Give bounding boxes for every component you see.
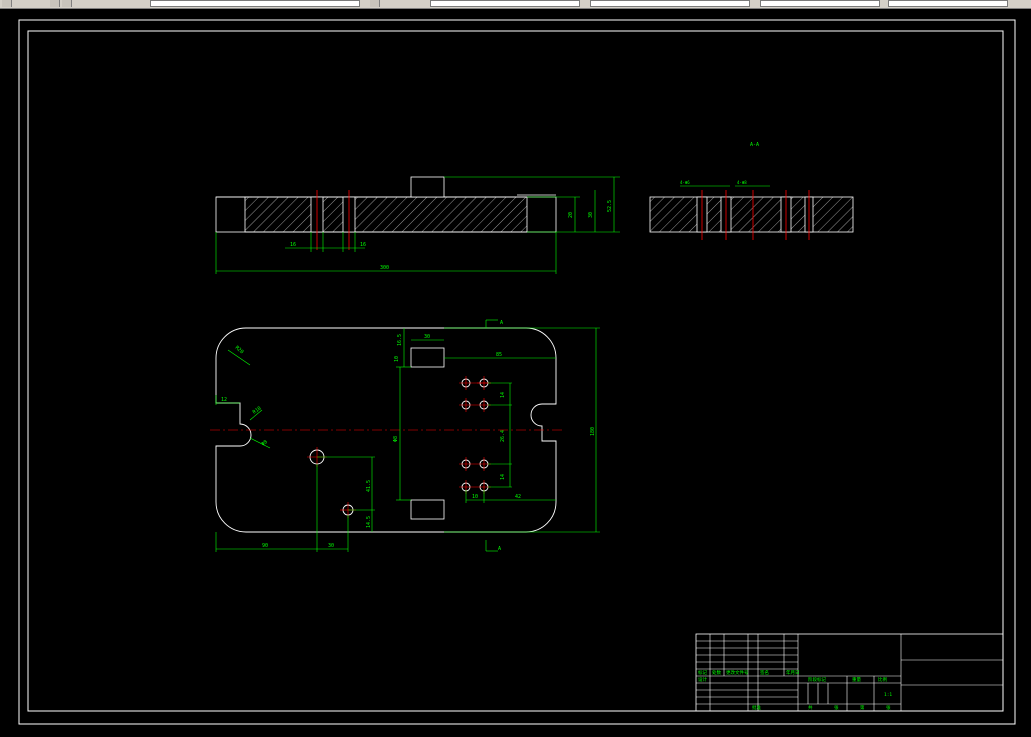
dim-front-overall: 300 xyxy=(380,265,389,271)
tb-role-design: 设计 xyxy=(698,676,707,683)
zoom-icon[interactable] xyxy=(370,0,380,7)
section-callout-2: 4-Φ8 xyxy=(737,180,747,185)
drawing-canvas: 16 16 300 20 30 52.5 A-A 4-Φ6 4-Φ8 A A R… xyxy=(18,19,1016,725)
section-marker-bottom: A xyxy=(498,546,501,552)
dim-hole-pitch-3: 14 xyxy=(500,474,506,480)
dim-pocket-h2: 10 xyxy=(394,356,400,362)
dim-front-h2: 30 xyxy=(588,212,594,218)
tb-sheet-total-unit: 张 xyxy=(834,704,839,711)
tb-rev-label-2: 处数 xyxy=(712,669,721,676)
section-marker-top: A xyxy=(500,320,503,326)
drawing-viewport[interactable]: 16 16 300 20 30 52.5 A-A 4-Φ6 4-Φ8 A A R… xyxy=(0,9,1031,737)
front-view: 16 16 300 20 30 52.5 xyxy=(215,176,620,274)
dim-pocket-h1: 16.5 xyxy=(397,334,403,346)
dim-slot-width: 12 xyxy=(221,397,227,403)
tb-scale-label: 比例 xyxy=(878,676,887,683)
linetype-dropdown[interactable] xyxy=(590,0,750,7)
tb-sheet-num-label: 第 xyxy=(860,704,865,711)
dim-front-d1: 16 xyxy=(290,242,296,248)
inner-border xyxy=(27,30,1004,712)
layer-dropdown[interactable] xyxy=(150,0,360,7)
dim-height: 180 xyxy=(590,427,596,436)
dim-front-d2: 16 xyxy=(360,242,366,248)
dim-hole-pitch-2: 26.4 xyxy=(500,430,506,442)
dim-offset: 42 xyxy=(515,494,521,500)
dim-pocket-width: 30 xyxy=(424,334,430,340)
dim-right-length: 85 xyxy=(496,352,502,358)
dim-bottom-1: 90 xyxy=(262,543,268,549)
dim-mid: Φ8 xyxy=(393,436,399,442)
undo-icon[interactable] xyxy=(50,0,60,7)
tb-role-approve: 批准 xyxy=(752,704,761,711)
section-view: A-A 4-Φ6 4-Φ8 xyxy=(649,142,854,240)
tb-weight-label: 重量 xyxy=(852,676,861,683)
dim-slot-radius: R10 xyxy=(252,406,263,416)
dim-front-h3: 52.5 xyxy=(607,200,613,212)
tb-sheet-num-unit: 张 xyxy=(886,704,891,711)
redo-icon[interactable] xyxy=(62,0,72,7)
dim-slot-diameter: Φ8 xyxy=(260,439,268,447)
cad-toolbar xyxy=(0,0,1031,9)
dim-vert-1: 41.5 xyxy=(366,480,372,492)
lineweight-dropdown[interactable] xyxy=(760,0,880,7)
dim-bottom-2: 30 xyxy=(328,543,334,549)
section-label: A-A xyxy=(750,142,759,148)
tb-scale-value: 1:1 xyxy=(884,692,892,698)
plotstyle-dropdown[interactable] xyxy=(888,0,1008,7)
color-dropdown[interactable] xyxy=(430,0,580,7)
tb-rev-label-3: 更改文件号 xyxy=(726,669,749,676)
tb-rev-label-4: 签名 xyxy=(760,669,769,676)
dim-radius: R20 xyxy=(234,345,245,355)
save-icon[interactable] xyxy=(2,0,12,7)
outer-border xyxy=(18,19,1016,725)
tb-rev-label-1: 标记 xyxy=(698,669,707,676)
dim-gap: 10 xyxy=(472,494,478,500)
dim-front-h1: 20 xyxy=(568,212,574,218)
tb-stage-label: 阶段标记 xyxy=(808,676,826,683)
section-callout-1: 4-Φ6 xyxy=(680,180,690,185)
tb-sheet-total-label: 共 xyxy=(808,704,813,711)
title-block: 标记 处数 更改文件号 签名 年月日 设计 批准 阶段标记 重量 比例 1:1 … xyxy=(695,633,1004,712)
plan-view: A A R20 12 R10 Φ8 30 16.5 10 85 14 26.4 … xyxy=(210,319,600,552)
dim-vert-2: 14.5 xyxy=(366,516,372,528)
dim-hole-pitch-1: 14 xyxy=(500,392,506,398)
tb-rev-label-5: 年月日 xyxy=(786,669,800,676)
